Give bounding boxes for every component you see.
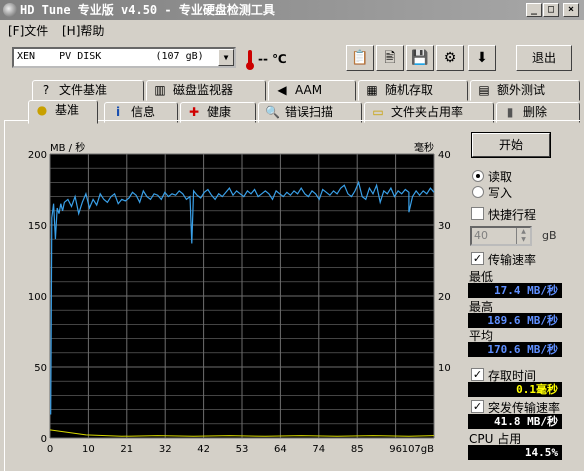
transfer-rate-checkbox[interactable]: ✓ [471, 252, 484, 265]
chevron-down-icon[interactable]: ▼ [218, 49, 234, 66]
menu-help[interactable]: [H]帮助 [62, 22, 104, 39]
benchmark-graph: 200 150 100 50 0 40 30 20 10 0 10 21 32 42 53 64 74 85 9… [26, 140, 462, 465]
disk-monitor-icon: ▥ [154, 83, 166, 97]
x-tick-label: 10 [82, 444, 95, 455]
speaker-icon: ◀ [277, 83, 287, 97]
x-tick-label: 0 [47, 444, 53, 455]
file-benchmark-icon: ? [42, 83, 50, 97]
access-time-checkbox[interactable]: ✓ [471, 368, 484, 381]
folder-usage-icon: ▭ [372, 105, 384, 119]
x-tick-label: 85 [351, 444, 364, 455]
short-stroke-unit: gB [542, 229, 557, 242]
tab-file-benchmark[interactable]: ? 文件基准 [32, 80, 144, 101]
x-tick-label: 74 [312, 444, 325, 455]
tab-aam[interactable]: ◀ AAM [268, 80, 356, 101]
maximum-value: 189.6 MB/秒 [468, 313, 562, 328]
x-tick-label: 32 [159, 444, 172, 455]
copy-image-icon: 🖹 [384, 50, 396, 66]
y-tick-label-right: 20 [438, 292, 451, 303]
download-icon: ⬇ [476, 50, 488, 66]
minimize-button[interactable]: _ [526, 3, 542, 17]
write-label: 写入 [488, 186, 513, 200]
x-tick-label: 107gB [402, 444, 434, 455]
health-icon: ✚ [188, 105, 200, 119]
start-button[interactable]: 开始 [471, 132, 551, 158]
save-icon: 💾 [411, 50, 429, 66]
y-tick-label-right: 30 [438, 221, 451, 232]
tab-benchmark[interactable]: ● 基准 [28, 100, 98, 124]
toolbar: XEN PV DISK (107 gB) ▼ -- ℃ 📋 🖹 💾 ⚙ ⬇ 退出 [0, 40, 584, 76]
save-button[interactable]: 💾 [406, 45, 434, 71]
spinner-arrows-icon[interactable]: ▲ ▼ [516, 228, 530, 244]
burst-rate-checkbox[interactable]: ✓ [471, 400, 484, 413]
title-bar: HD Tune 专业版 v4.50 - 专业硬盘检测工具 _ □ × [0, 0, 584, 20]
temperature-readout: -- ℃ [258, 52, 287, 66]
benchmark-icon: ● [36, 103, 48, 117]
y-tick-label-right: 10 [438, 363, 451, 374]
cpu-usage-value: 14.5% [468, 445, 562, 460]
download-button[interactable]: ⬇ [468, 45, 496, 71]
thermometer-icon [246, 50, 254, 70]
copy-image-button[interactable]: 🖹 [376, 45, 404, 71]
short-stroke-value: 40 [474, 229, 488, 242]
window-title: HD Tune 专业版 v4.50 - 专业硬盘检测工具 [20, 3, 275, 17]
menu-bar: [F]文件 [H]帮助 [0, 20, 584, 38]
short-stroke-label: 快捷行程 [488, 208, 537, 222]
left-axis-label: MB / 秒 [50, 141, 85, 154]
exit-button[interactable]: 退出 [516, 45, 572, 71]
menu-file[interactable]: [F]文件 [8, 22, 48, 39]
read-radio[interactable] [472, 170, 484, 182]
y-tick-label: 100 [28, 292, 47, 303]
close-button[interactable]: × [563, 3, 579, 17]
options-icon: ⚙ [443, 50, 457, 66]
maximize-button[interactable]: □ [543, 3, 559, 17]
error-scan-icon: 🔍 [265, 105, 280, 119]
extra-tests-icon: ▤ [478, 83, 490, 97]
copy-text-button[interactable]: 📋 [346, 45, 374, 71]
x-tick-label: 53 [236, 444, 249, 455]
y-tick-label: 200 [28, 150, 47, 161]
x-tick-label: 42 [197, 444, 210, 455]
short-stroke-input[interactable]: 40 ▲ ▼ [470, 226, 532, 246]
drive-select[interactable]: XEN PV DISK (107 gB) ▼ [12, 47, 236, 68]
tab-random-access[interactable]: ▦ 随机存取 [358, 80, 468, 101]
x-tick-label: 64 [274, 444, 287, 455]
info-icon: i [115, 105, 121, 119]
burst-rate-value: 41.8 MB/秒 [468, 414, 562, 429]
minimum-value: 17.4 MB/秒 [468, 283, 562, 298]
benchmark-controls: 开始 读取 写入 快捷行程 40 ▲ ▼ gB ✓ 传输速率 最低 17.4 MB… [466, 128, 580, 471]
y-tick-label-right: 40 [438, 150, 451, 161]
options-button[interactable]: ⚙ [436, 45, 464, 71]
y-tick-label: 50 [34, 363, 47, 374]
access-time-value: 0.1毫秒 [468, 382, 562, 397]
transfer-rate-label: 传输速率 [488, 253, 537, 267]
copy-text-icon: 📋 [351, 50, 369, 66]
benchmark-chart: 200150100500 40302010 0 10 21 32 42 53 64 74 85 9… [28, 141, 451, 455]
app-icon [3, 3, 17, 17]
drive-select-value: XEN PV DISK (107 gB) [17, 51, 204, 62]
tab-disk-monitor[interactable]: ▥ 磁盘监视器 [146, 80, 266, 101]
right-axis-label: 毫秒 [414, 141, 434, 154]
random-access-icon: ▦ [366, 83, 378, 97]
x-tick-label: 21 [120, 444, 133, 455]
trash-icon: ▮ [506, 105, 514, 119]
average-value: 170.6 MB/秒 [468, 342, 562, 357]
tab-extra-tests[interactable]: ▤ 额外测试 [470, 80, 580, 101]
x-tick-label: 96 [389, 444, 402, 455]
write-radio[interactable] [472, 186, 484, 198]
y-tick-label: 150 [28, 221, 47, 232]
short-stroke-checkbox[interactable] [471, 207, 484, 220]
read-label: 读取 [488, 170, 513, 184]
